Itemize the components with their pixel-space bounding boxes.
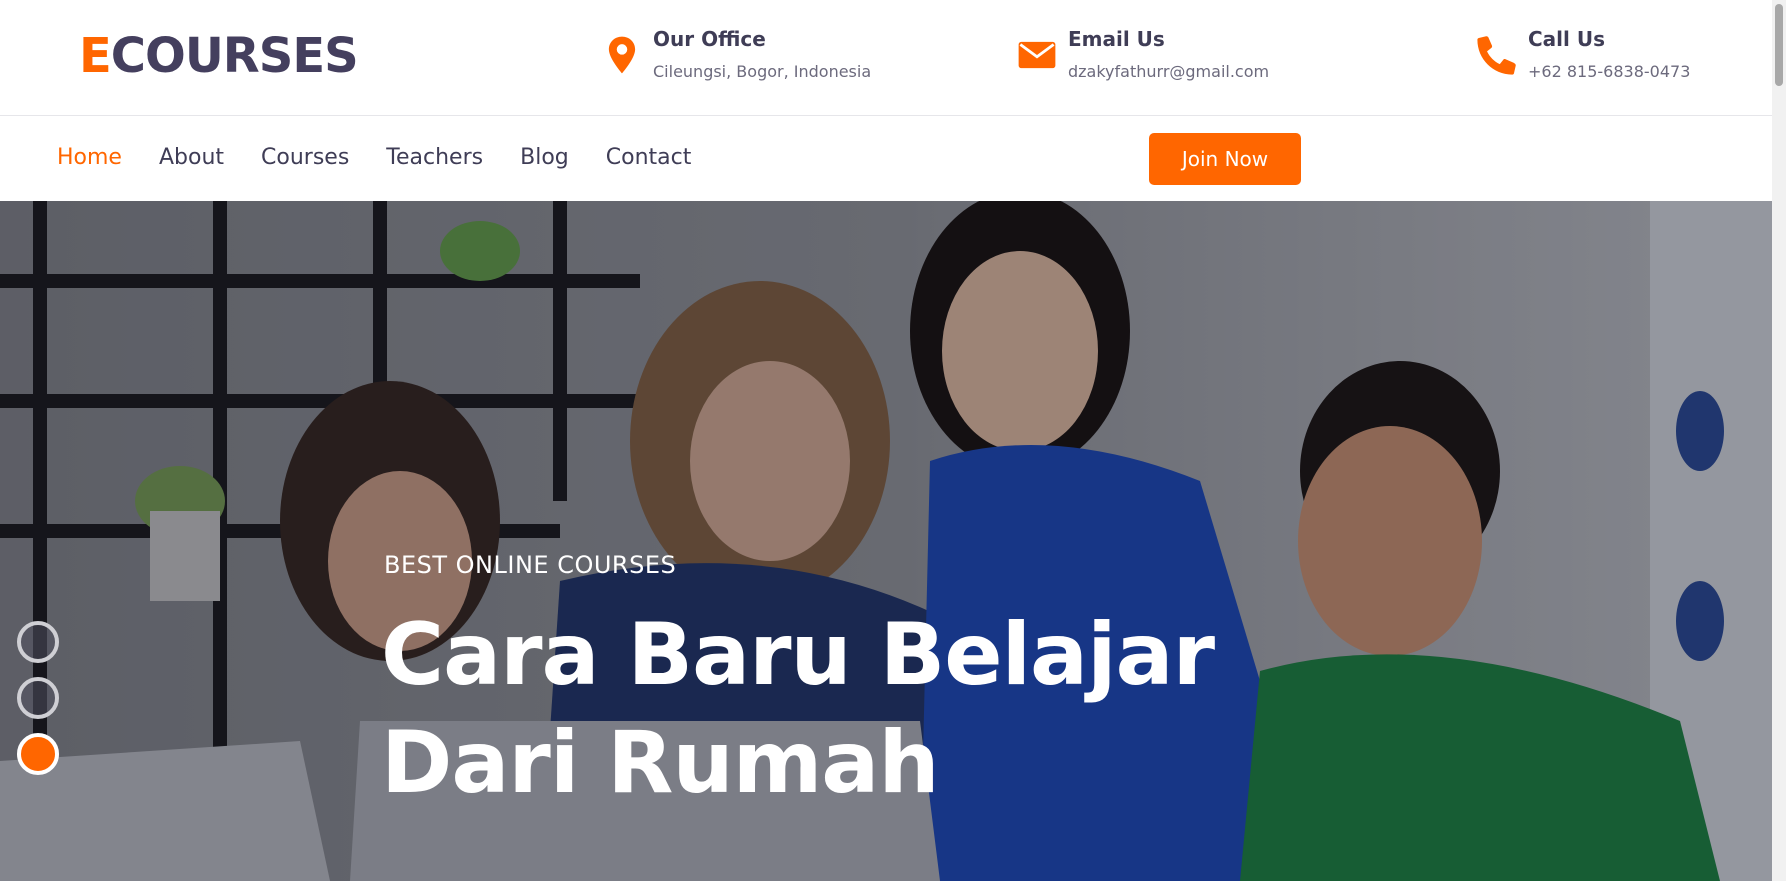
nav-item-blog[interactable]: Blog: [520, 143, 569, 173]
call-title: Call Us: [1528, 27, 1605, 51]
office-address: Cileungsi, Bogor, Indonesia: [653, 62, 872, 81]
site-logo[interactable]: ECOURSES: [79, 26, 359, 86]
logo-rest: COURSES: [110, 28, 359, 84]
top-header: ECOURSES Our Office Cileungsi, Bogor, In…: [0, 0, 1772, 116]
phone-icon: [1477, 36, 1516, 75]
nav-item-teachers[interactable]: Teachers: [386, 143, 483, 173]
logo-first-letter: E: [79, 28, 112, 84]
scrollbar-thumb[interactable]: [1775, 4, 1783, 86]
nav-item-contact[interactable]: Contact: [606, 143, 692, 173]
nav-item-home[interactable]: Home: [57, 143, 122, 173]
map-marker-icon: [608, 36, 636, 74]
hero-headline-line2: Dari Rumah: [381, 713, 940, 813]
join-now-button[interactable]: Join Now: [1149, 133, 1301, 185]
nav-item-courses[interactable]: Courses: [261, 143, 349, 173]
office-title: Our Office: [653, 27, 766, 51]
nav-menu: Home About Courses Teachers Blog Contact: [57, 143, 691, 173]
carousel-dot-3-active[interactable]: [17, 733, 59, 775]
phone-number[interactable]: +62 815-6838-0473: [1528, 62, 1690, 82]
nav-item-about[interactable]: About: [159, 143, 224, 173]
hero-headline: Cara Baru Belajar Dari Rumah: [381, 601, 1281, 817]
main-navbar: Home About Courses Teachers Blog Contact: [0, 117, 1772, 201]
hero-carousel: BEST ONLINE COURSES Cara Baru Belajar Da…: [0, 201, 1772, 881]
carousel-dot-1[interactable]: [17, 621, 59, 663]
email-title: Email Us: [1068, 27, 1165, 51]
carousel-dot-2[interactable]: [17, 677, 59, 719]
email-address[interactable]: dzakyfathurr@gmail.com: [1068, 62, 1269, 82]
hero-headline-line1: Cara Baru Belajar: [381, 605, 1215, 705]
envelope-icon: [1018, 41, 1056, 69]
hero-eyebrow: BEST ONLINE COURSES: [384, 551, 677, 579]
page-scrollbar[interactable]: [1772, 0, 1786, 881]
